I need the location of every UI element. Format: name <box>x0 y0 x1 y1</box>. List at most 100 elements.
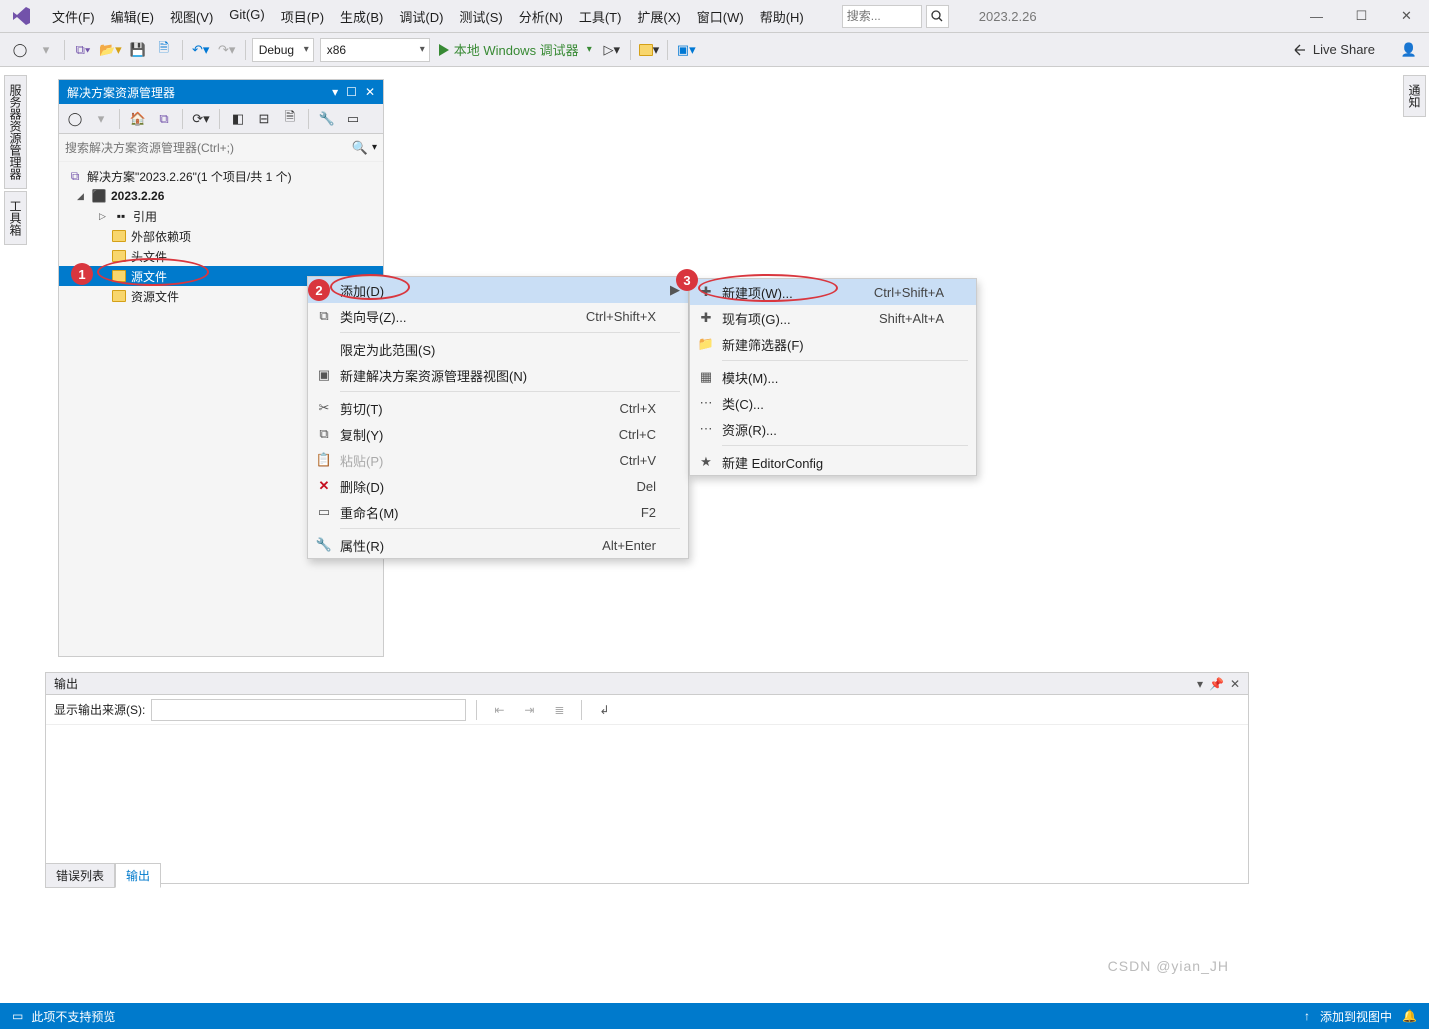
bottom-tab-strip: 错误列表 输出 <box>45 863 161 888</box>
save-all-icon[interactable]: 🗎 <box>152 38 176 62</box>
collapse-icon[interactable]: ⊟ <box>252 107 276 131</box>
new-project-icon[interactable]: ⧉▾ <box>71 38 95 62</box>
menu-item[interactable]: ✚现有项(G)...Shift+Alt+A <box>690 305 976 331</box>
menu-item[interactable]: 📁新建筛选器(F) <box>690 331 976 357</box>
panel-pin-icon[interactable]: ☐ <box>346 85 357 99</box>
close-button[interactable]: ✕ <box>1384 1 1429 31</box>
menu-item-label: 资源(R)... <box>722 420 944 439</box>
switch-view-icon[interactable]: ⧉ <box>152 107 176 131</box>
status-action[interactable]: 添加到视图中 <box>1320 1008 1392 1025</box>
menu-item[interactable]: 窗口(W) <box>689 3 752 30</box>
menu-item[interactable]: 文件(F) <box>44 3 103 30</box>
panel-close-icon[interactable]: ✕ <box>365 85 375 99</box>
cut-icon: ✂ <box>308 400 340 416</box>
panel-dropdown-icon[interactable]: ▾ <box>1197 677 1203 691</box>
menu-item[interactable]: 分析(N) <box>511 3 571 30</box>
indent-left-icon[interactable]: ⇤ <box>487 698 511 722</box>
panel-dropdown-icon[interactable]: ▾ <box>332 85 338 99</box>
search-box[interactable] <box>842 5 922 28</box>
nav-fwd-icon[interactable]: ▾ <box>34 38 58 62</box>
fwd-icon[interactable]: ▾ <box>89 107 113 131</box>
nav-back-icon[interactable]: ◯ <box>8 38 32 62</box>
menu-item[interactable]: 视图(V) <box>162 3 221 30</box>
external-deps-node[interactable]: 外部依赖项 <box>59 226 383 246</box>
clear-icon[interactable]: ≣ <box>547 698 571 722</box>
admin-icon[interactable]: 👤 <box>1397 38 1421 62</box>
expand-icon[interactable]: ◢ <box>77 191 87 202</box>
undo-icon[interactable]: ↶▾ <box>189 38 213 62</box>
menu-item[interactable]: 项目(P) <box>273 3 332 30</box>
solution-search[interactable]: 🔍 ▾ <box>59 134 383 162</box>
browser-icon[interactable]: ▣▾ <box>674 38 698 62</box>
error-list-tab[interactable]: 错误列表 <box>45 863 115 888</box>
context-menu-add: ✚新建项(W)...Ctrl+Shift+A✚现有项(G)...Shift+Al… <box>689 278 977 476</box>
expand-icon[interactable]: ▷ <box>99 211 109 222</box>
menu-item[interactable]: ★新建 EditorConfig <box>690 449 976 475</box>
menu-item[interactable]: 限定为此范围(S) <box>308 336 688 362</box>
menu-item-label: 现有项(G)... <box>722 309 879 328</box>
redo-icon[interactable]: ↷▾ <box>215 38 239 62</box>
minimize-button[interactable]: — <box>1294 1 1339 31</box>
back-icon[interactable]: ◯ <box>63 107 87 131</box>
home-icon[interactable]: 🏠 <box>126 107 150 131</box>
show-all-icon[interactable]: ◧ <box>226 107 250 131</box>
menu-item[interactable]: 扩展(X) <box>629 3 688 30</box>
menu-item[interactable]: Git(G) <box>221 3 272 30</box>
folder-icon[interactable]: ▾ <box>637 38 662 62</box>
menu-item[interactable]: ✕删除(D)Del <box>308 473 688 499</box>
menu-item[interactable]: 生成(B) <box>332 3 391 30</box>
search-icon[interactable] <box>926 5 949 28</box>
menu-item[interactable]: 🔧属性(R)Alt+Enter <box>308 532 688 558</box>
search-icon[interactable]: 🔍 <box>352 140 368 156</box>
menu-item[interactable]: ⋯资源(R)... <box>690 416 976 442</box>
indent-right-icon[interactable]: ⇥ <box>517 698 541 722</box>
notifications-tab[interactable]: 通知 <box>1403 75 1426 117</box>
menu-item[interactable]: ⧉类向导(Z)...Ctrl+Shift+X <box>308 303 688 329</box>
menu-item[interactable]: ✂剪切(T)Ctrl+X <box>308 395 688 421</box>
menu-item[interactable]: ✚新建项(W)...Ctrl+Shift+A <box>690 279 976 305</box>
wrench-icon[interactable]: 🔧 <box>315 107 339 131</box>
search-dropdown-icon[interactable]: ▾ <box>372 142 377 153</box>
debug-dropdown-icon[interactable]: ▷▾ <box>600 38 624 62</box>
menu-item[interactable]: ▣新建解决方案资源管理器视图(N) <box>308 362 688 388</box>
output-tab[interactable]: 输出 <box>115 863 161 888</box>
search-input[interactable] <box>847 9 917 23</box>
window-controls: — ☐ ✕ <box>1294 1 1429 31</box>
toolbox-tab[interactable]: 工具箱 <box>4 191 27 245</box>
panel-close-icon[interactable]: ✕ <box>1230 677 1240 691</box>
start-debug-button[interactable]: 本地 Windows 调试器 ▾ <box>432 40 598 59</box>
maximize-button[interactable]: ☐ <box>1339 1 1384 31</box>
menu-item[interactable]: 帮助(H) <box>752 3 812 30</box>
status-up-icon[interactable]: ↑ <box>1304 1009 1310 1023</box>
menu-item[interactable]: 工具(T) <box>571 3 630 30</box>
output-source-combo[interactable] <box>151 699 466 721</box>
menu-item[interactable]: ▭重命名(M)F2 <box>308 499 688 525</box>
wrap-icon[interactable]: ↲ <box>592 698 616 722</box>
bell-icon[interactable]: 🔔 <box>1402 1009 1417 1023</box>
panel-pin-icon[interactable]: 📌 <box>1209 677 1224 691</box>
menu-item[interactable]: ⋯类(C)... <box>690 390 976 416</box>
callout-2: 2 <box>308 279 330 301</box>
solution-search-input[interactable] <box>65 141 352 155</box>
references-icon: ▪▪ <box>113 208 129 224</box>
project-node[interactable]: ◢ ⬛ 2023.2.26 <box>59 186 383 206</box>
preview-icon[interactable]: ▭ <box>341 107 365 131</box>
headers-node[interactable]: 头文件 <box>59 246 383 266</box>
config-combo[interactable]: Debug <box>252 38 314 62</box>
menu-item[interactable]: ⧉复制(Y)Ctrl+C <box>308 421 688 447</box>
menu-item[interactable]: 编辑(E) <box>103 3 162 30</box>
liveshare-button[interactable]: Live Share <box>1283 42 1385 57</box>
server-explorer-tab[interactable]: 服务器资源管理器 <box>4 75 27 189</box>
menu-item[interactable]: ▦模块(M)... <box>690 364 976 390</box>
menu-item[interactable]: 测试(S) <box>451 3 510 30</box>
menu-item[interactable]: 添加(D)▶ <box>308 277 688 303</box>
sync-icon[interactable]: ⟳▾ <box>189 107 213 131</box>
open-icon[interactable]: 📂▾ <box>97 38 124 62</box>
save-icon[interactable]: 💾 <box>126 38 150 62</box>
references-node[interactable]: ▷ ▪▪ 引用 <box>59 206 383 226</box>
menu-item[interactable]: 调试(D) <box>391 3 451 30</box>
properties-icon[interactable]: 🗎 <box>278 107 302 131</box>
context-menu-primary: 添加(D)▶⧉类向导(Z)...Ctrl+Shift+X 限定为此范围(S)▣新建… <box>307 276 689 559</box>
platform-combo[interactable]: x86 <box>320 38 430 62</box>
solution-root[interactable]: ⧉ 解决方案"2023.2.26"(1 个项目/共 1 个) <box>59 166 383 186</box>
